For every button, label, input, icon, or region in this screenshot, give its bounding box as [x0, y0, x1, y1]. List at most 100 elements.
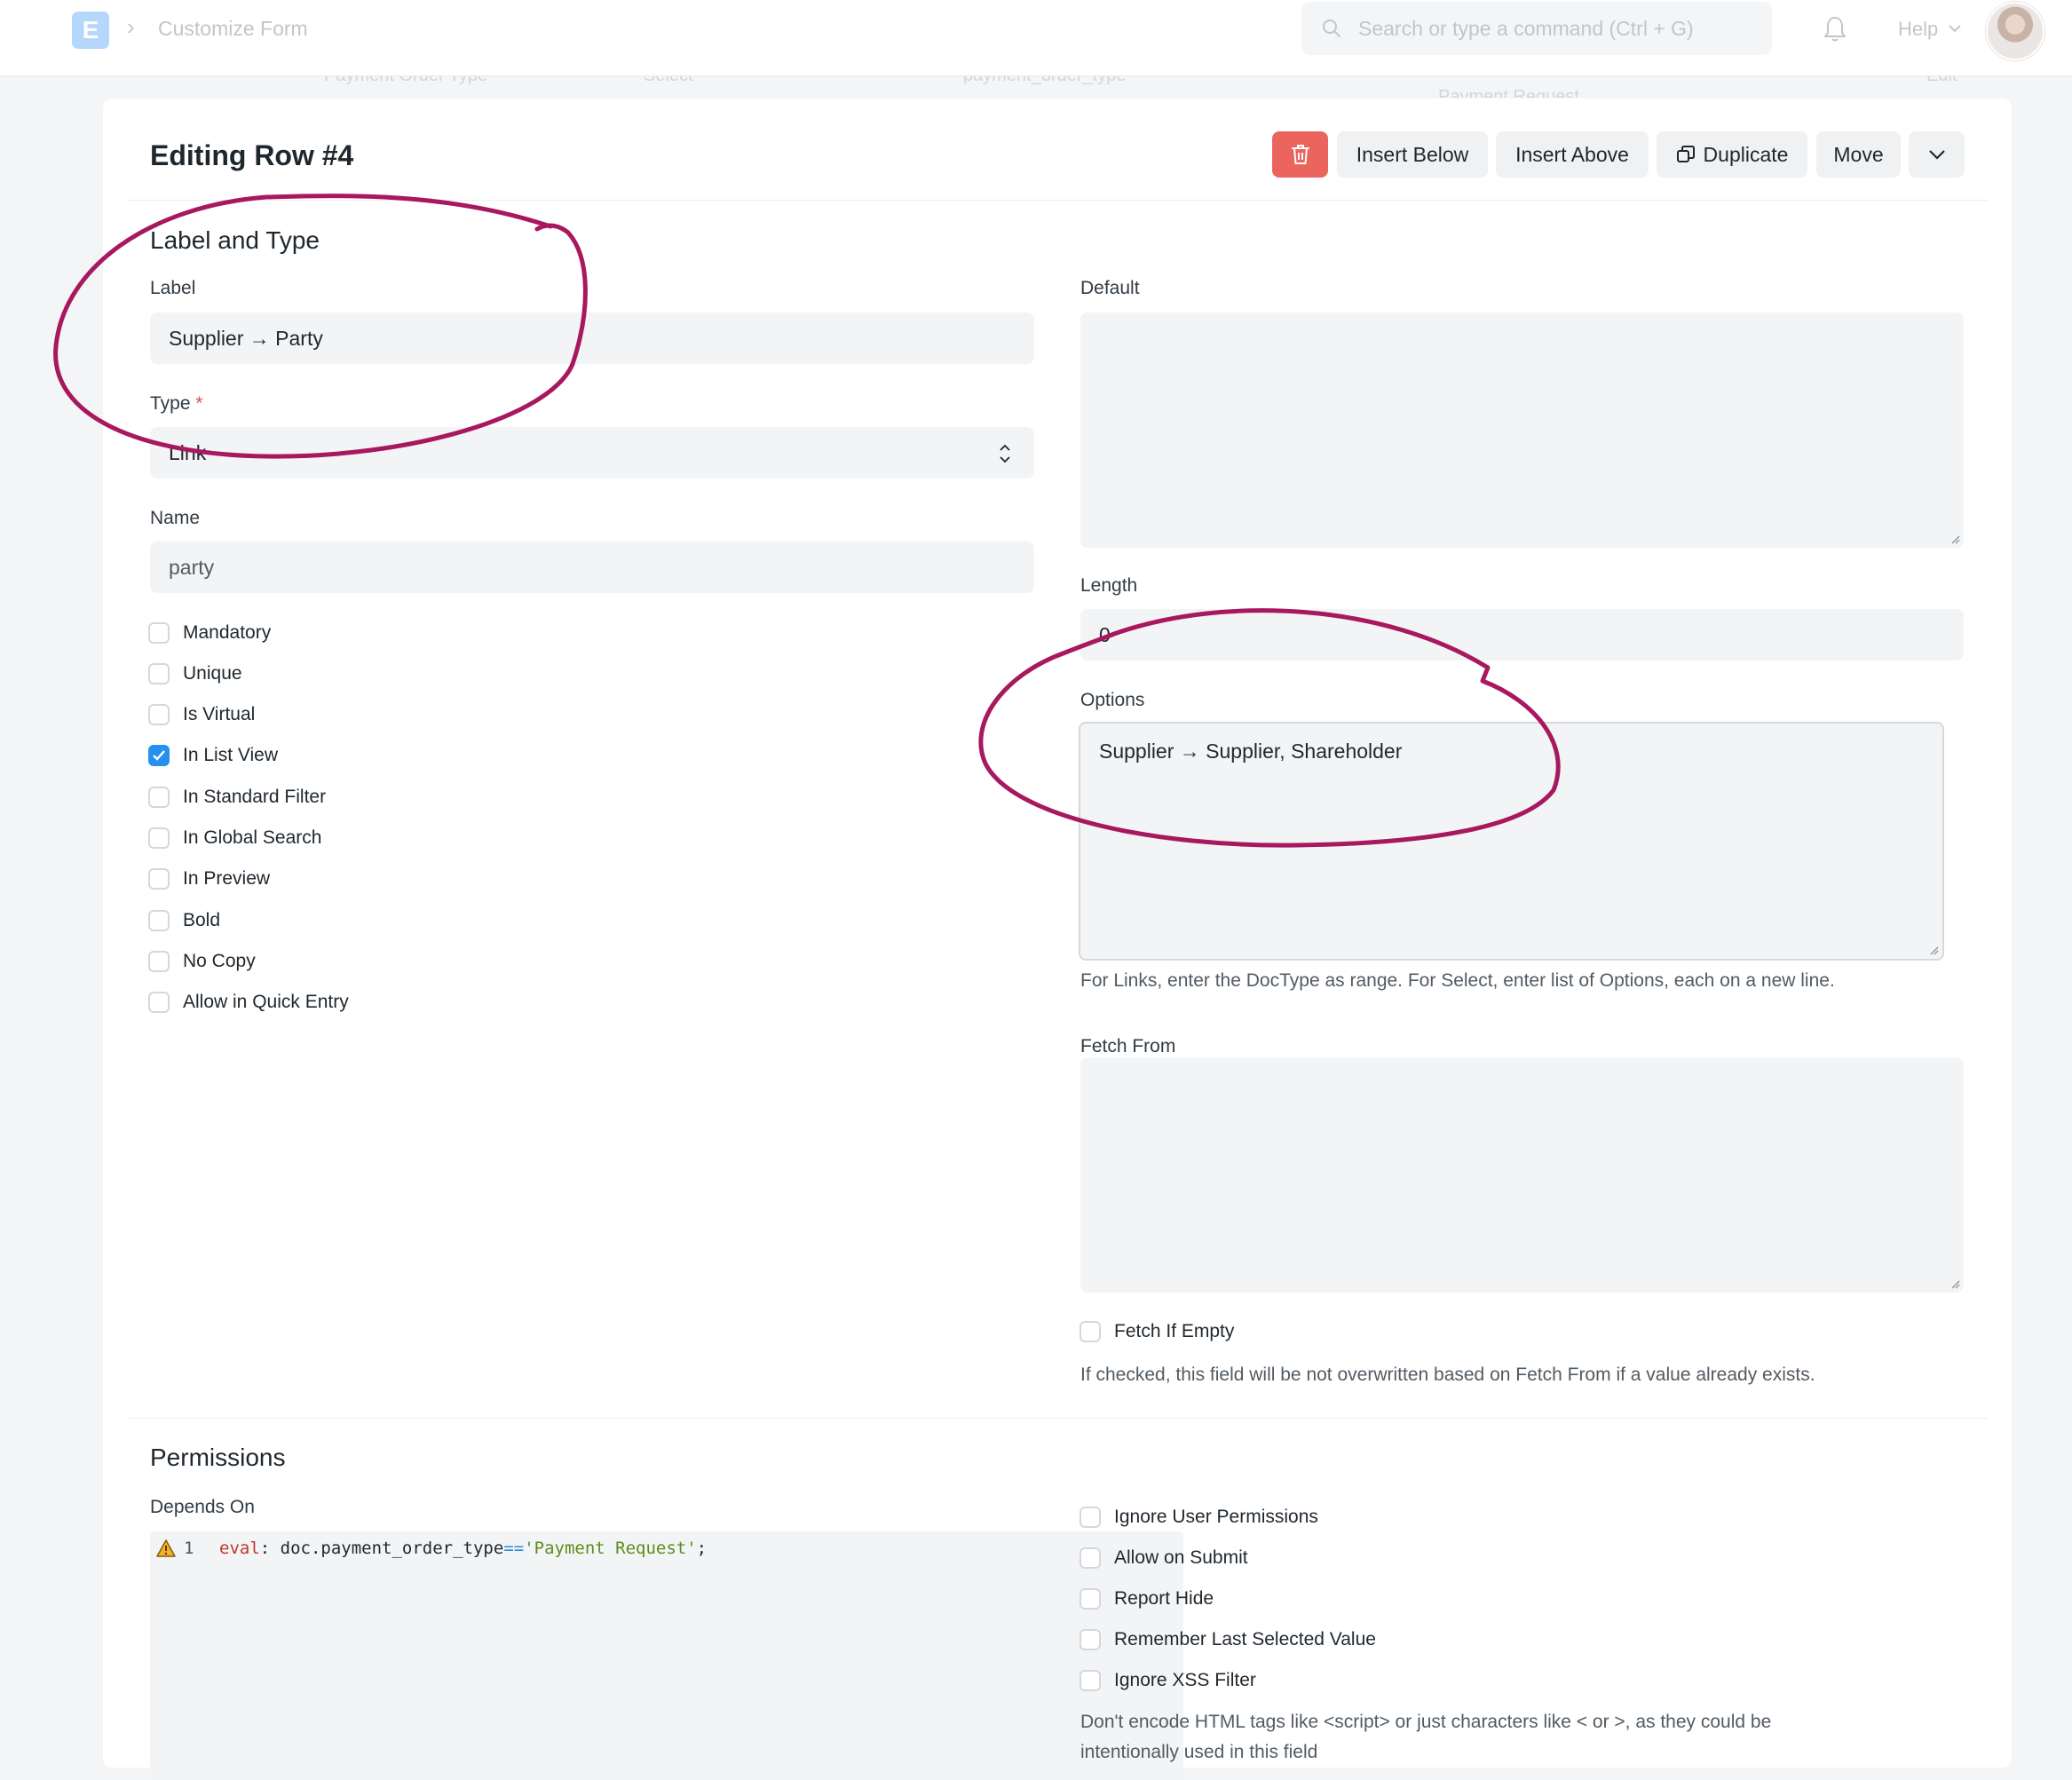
length-field-label: Length — [1080, 575, 1138, 596]
checkbox-box[interactable] — [148, 704, 170, 725]
fetch-if-empty-help-text: If checked, this field will be not overw… — [1080, 1365, 1815, 1385]
length-input[interactable]: 0 — [1080, 609, 1964, 661]
fetch-from-field-label: Fetch From — [1080, 1036, 1176, 1056]
divider — [127, 1418, 1988, 1419]
checkbox-box[interactable] — [148, 622, 170, 644]
checkbox-box[interactable] — [148, 868, 170, 890]
checkbox-in-global-search[interactable]: In Global Search — [148, 825, 321, 851]
xss-help-text: Don't encode HTML tags like <script> or … — [1080, 1707, 1771, 1768]
checkbox-report-hide[interactable]: Report Hide — [1079, 1586, 1214, 1612]
delete-row-button[interactable] — [1272, 131, 1328, 178]
depends-on-code-editor[interactable]: 1 eval: doc.payment_order_type=='Payment… — [150, 1531, 1183, 1780]
ghost-cell: Edit — [1926, 76, 1957, 86]
options-help-text: For Links, enter the DocType as range. F… — [1080, 970, 1835, 991]
checkbox-box[interactable] — [148, 663, 170, 684]
checkbox-ignore-xss-filter[interactable]: Ignore XSS Filter — [1079, 1667, 1256, 1694]
checkbox-label: Allow on Submit — [1114, 1547, 1248, 1568]
checkbox-box[interactable] — [1079, 1547, 1101, 1569]
avatar[interactable] — [1986, 2, 2044, 60]
resize-grip-icon[interactable] — [1949, 534, 1960, 544]
code-operator: == — [503, 1539, 525, 1558]
checkbox-label: Ignore XSS Filter — [1114, 1670, 1256, 1690]
help-menu[interactable]: Help — [1898, 18, 1938, 41]
search-bar[interactable]: Search or type a command (Ctrl + G) — [1301, 2, 1772, 55]
options-textarea[interactable]: Supplier → Supplier, Shareholder — [1079, 722, 1944, 961]
duplicate-button[interactable]: Duplicate — [1657, 131, 1807, 178]
checkbox-label: Is Virtual — [183, 704, 256, 724]
checkbox-label: Mandatory — [183, 622, 272, 643]
label-input[interactable]: Supplier → Party — [150, 312, 1034, 364]
length-value: 0 — [1099, 622, 1111, 646]
default-field-label: Default — [1080, 278, 1140, 298]
code-text: ; — [696, 1539, 708, 1558]
search-placeholder: Search or type a command (Ctrl + G) — [1358, 17, 1694, 40]
fetch-from-textarea[interactable] — [1080, 1057, 1964, 1293]
required-mark: * — [195, 393, 203, 414]
checkbox-label: Bold — [183, 910, 221, 930]
checkbox-is-virtual[interactable]: Is Virtual — [148, 701, 255, 728]
checkbox-in-standard-filter[interactable]: In Standard Filter — [148, 784, 326, 811]
checkbox-remember-last-selected-value[interactable]: Remember Last Selected Value — [1079, 1626, 1376, 1653]
checkbox-no-copy[interactable]: No Copy — [148, 948, 256, 975]
type-field-label: Type * — [150, 393, 203, 415]
bell-icon[interactable] — [1822, 14, 1848, 43]
app-logo[interactable]: E — [72, 12, 109, 49]
code-string: 'Payment Request' — [524, 1539, 697, 1558]
checkbox-box[interactable] — [148, 992, 170, 1013]
checkbox-in-preview[interactable]: In Preview — [148, 866, 270, 892]
type-select-value: Link — [169, 440, 207, 464]
checkbox-box[interactable] — [1079, 1321, 1101, 1342]
checkbox-ignore-user-permissions[interactable]: Ignore User Permissions — [1079, 1504, 1318, 1531]
select-arrows-icon — [1000, 444, 1010, 463]
label-input-value: Supplier → Party — [169, 326, 323, 350]
options-field-label: Options — [1080, 690, 1145, 710]
checkbox-box[interactable] — [1079, 1629, 1101, 1650]
code-gutter: 1 — [155, 1539, 194, 1558]
checkbox-box[interactable] — [148, 787, 170, 808]
default-textarea[interactable] — [1080, 312, 1964, 548]
move-button[interactable]: Move — [1816, 131, 1901, 178]
section-title-permissions: Permissions — [150, 1444, 286, 1471]
insert-below-button[interactable]: Insert Below — [1337, 131, 1488, 178]
divider — [127, 200, 1988, 201]
ghost-cell: Payment Order Type — [324, 76, 487, 86]
checkbox-box[interactable] — [148, 827, 170, 849]
checkbox-bold[interactable]: Bold — [148, 907, 220, 934]
checkbox-box[interactable] — [148, 910, 170, 931]
logo-letter: E — [82, 16, 99, 44]
resize-grip-icon[interactable] — [1928, 945, 1939, 955]
checkbox-unique[interactable]: Unique — [148, 661, 242, 687]
checkbox-mandatory[interactable]: Mandatory — [148, 620, 271, 646]
checkbox-box-checked[interactable] — [148, 745, 170, 766]
duplicate-icon — [1676, 146, 1695, 162]
breadcrumb[interactable]: Customize Form — [158, 17, 308, 41]
section-title-label-and-type: Label and Type — [150, 226, 320, 254]
depends-on-field-label: Depends On — [150, 1497, 255, 1517]
checkbox-allow-in-quick-entry[interactable]: Allow in Quick Entry — [148, 989, 349, 1016]
navbar: E › Customize Form Search or type a comm… — [0, 0, 2072, 76]
checkbox-label: Report Hide — [1114, 1588, 1214, 1609]
name-input[interactable]: party — [150, 542, 1034, 593]
warning-icon — [156, 1539, 176, 1557]
ghost-cell: Select — [644, 76, 693, 86]
checkbox-box[interactable] — [1079, 1588, 1101, 1610]
type-select[interactable]: Link — [150, 427, 1034, 479]
checkbox-label: In Global Search — [183, 827, 322, 848]
checkbox-label: Allow in Quick Entry — [183, 992, 349, 1012]
code-text: : doc.payment_order_type — [259, 1539, 504, 1558]
name-field-label: Name — [150, 508, 201, 528]
trash-icon — [1291, 145, 1309, 164]
checkbox-allow-on-submit[interactable]: Allow on Submit — [1079, 1545, 1248, 1571]
more-options-button[interactable] — [1909, 131, 1965, 178]
checkbox-in-list-view[interactable]: In List View — [148, 742, 278, 769]
checkbox-fetch-if-empty[interactable]: Fetch If Empty — [1079, 1318, 1234, 1345]
checkbox-box[interactable] — [1079, 1670, 1101, 1691]
resize-grip-icon[interactable] — [1949, 1278, 1960, 1289]
insert-above-button[interactable]: Insert Above — [1496, 131, 1649, 178]
checkbox-box[interactable] — [148, 951, 170, 972]
checkbox-label: In Preview — [183, 868, 271, 889]
duplicate-label: Duplicate — [1703, 142, 1789, 166]
code-line-number: 1 — [184, 1539, 194, 1558]
search-icon — [1323, 20, 1340, 37]
checkbox-box[interactable] — [1079, 1507, 1101, 1528]
